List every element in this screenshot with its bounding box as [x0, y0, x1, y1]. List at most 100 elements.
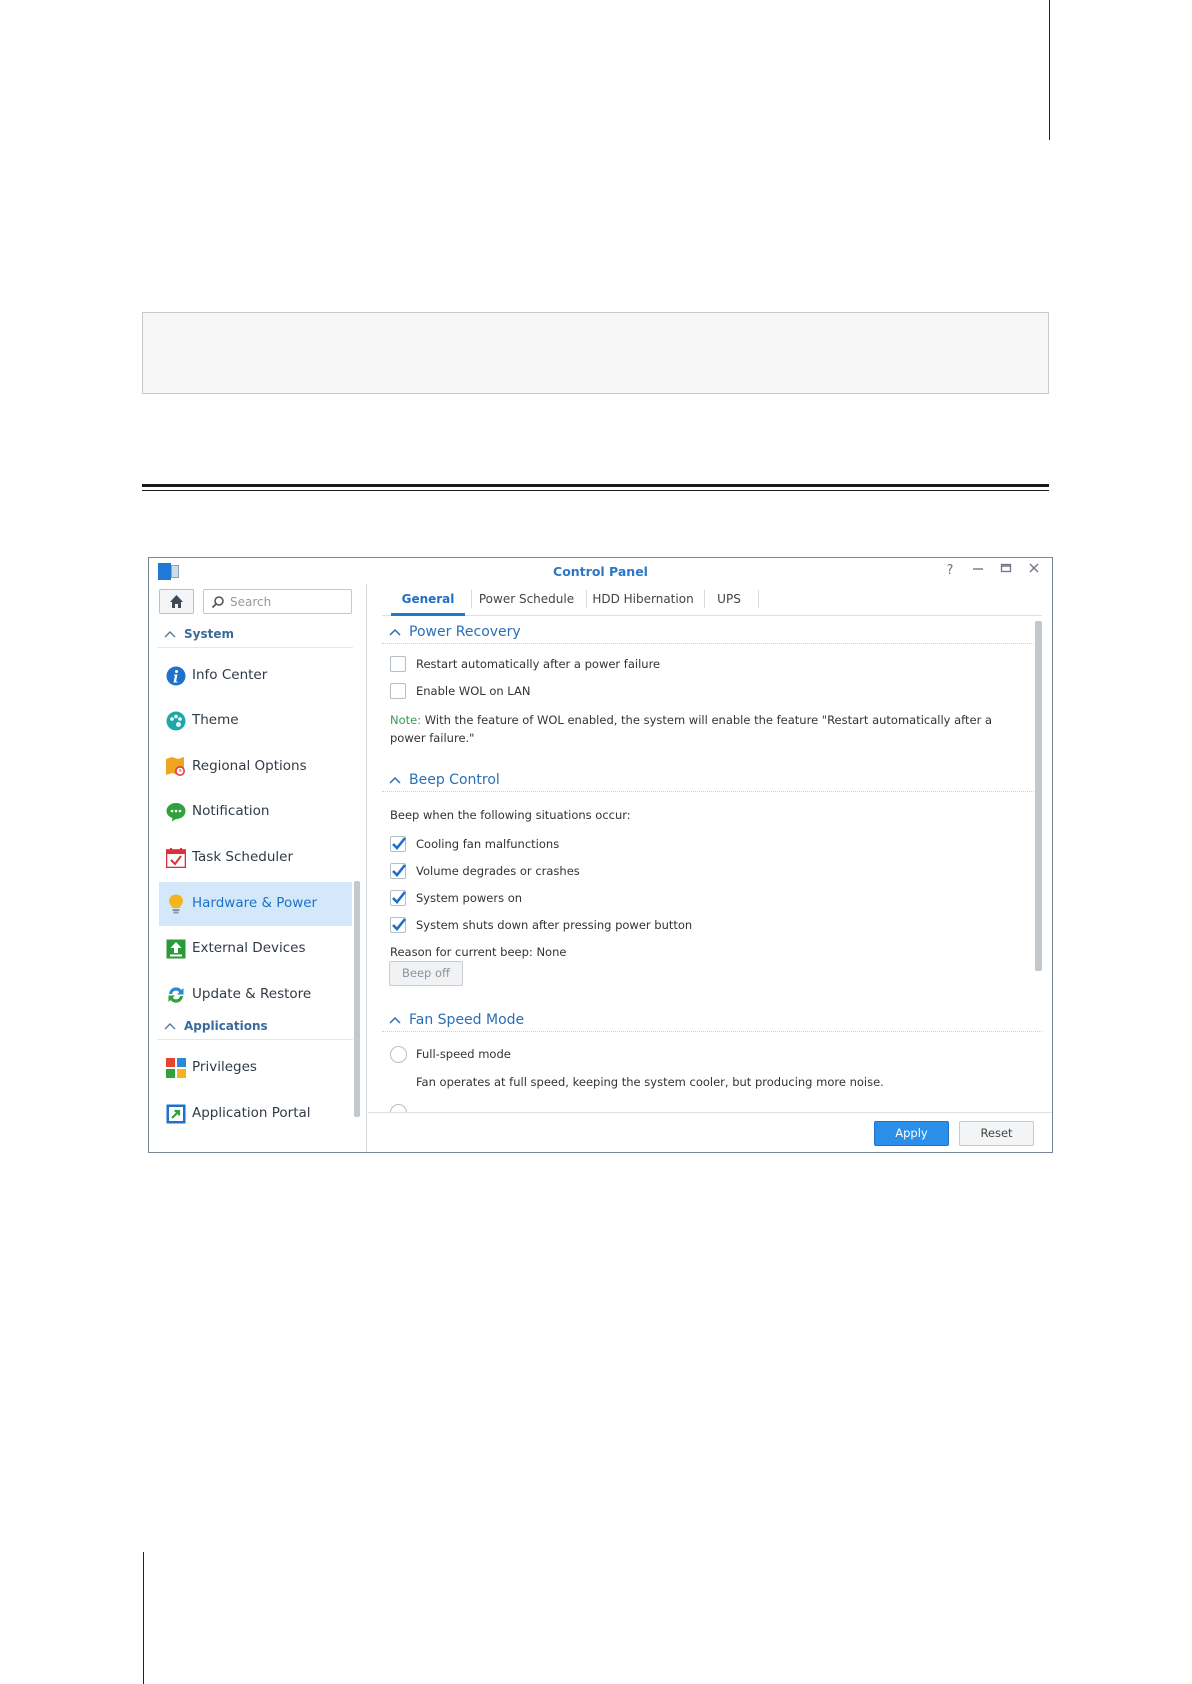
beep-off-button[interactable]: Beep off [389, 961, 463, 986]
check-icon [392, 918, 407, 931]
sidebar-scrollbar[interactable] [354, 881, 360, 1117]
section-rule [142, 484, 1049, 487]
content-scrollbar[interactable] [1035, 621, 1042, 971]
portal-arrow-icon [166, 1104, 186, 1124]
sidebar-item-label: Info Center [192, 667, 268, 683]
sidebar-item-info-center[interactable]: Info Center [159, 654, 352, 698]
refresh-icon [168, 987, 184, 1003]
option-label: System shuts down after pressing power b… [416, 918, 693, 932]
sidebar-item-application-portal[interactable]: Application Portal [159, 1092, 352, 1136]
section-title: Beep Control [409, 772, 500, 788]
tab-hdd-hibernation[interactable]: HDD Hibernation [587, 592, 699, 616]
section-power-recovery[interactable]: Power Recovery [382, 622, 1042, 644]
blocks-icon [166, 1058, 186, 1078]
sidebar-item-theme[interactable]: Theme [159, 699, 352, 743]
reset-button[interactable]: Reset [959, 1121, 1034, 1146]
check-icon [392, 864, 407, 877]
note-prefix: Note: [390, 713, 422, 727]
sidebar-item-label: External Devices [192, 940, 306, 956]
sidebar-item-privileges[interactable]: Privileges [159, 1046, 352, 1090]
group-applications[interactable]: Applications [157, 1014, 353, 1040]
volume-degrades-checkbox[interactable] [390, 863, 407, 879]
sidebar-item-label: Task Scheduler [192, 849, 294, 865]
option-label: Cooling fan malfunctions [416, 837, 560, 851]
home-button[interactable] [159, 589, 194, 614]
page-margin-line-top [1049, 0, 1050, 140]
chevron-up-icon [164, 1022, 176, 1030]
cooling-fan-checkbox[interactable] [390, 836, 407, 852]
search-placeholder: Search [230, 595, 272, 609]
upload-arrow-icon [166, 939, 186, 959]
group-label: Applications [184, 1019, 268, 1033]
sidebar-item-label: Application Portal [192, 1105, 311, 1121]
search-icon [211, 596, 224, 609]
control-panel-window: Control Panel ? Search System Info Cente… [148, 557, 1053, 1153]
sidebar-item-notification[interactable]: Notification [159, 790, 352, 834]
settings-content: Power Recovery Restart automatically aft… [382, 618, 1042, 1114]
sidebar-item-label: Privileges [192, 1059, 257, 1075]
system-powers-on-checkbox[interactable] [390, 890, 407, 906]
close-icon[interactable] [1025, 562, 1043, 580]
section-title: Fan Speed Mode [409, 1012, 525, 1028]
note-box [142, 312, 1049, 394]
tab-separator [758, 590, 759, 608]
active-tab-underline [391, 613, 465, 616]
sidebar-item-regional-options[interactable]: Regional Options [159, 745, 352, 789]
option-label: System powers on [416, 891, 523, 905]
calendar-check-icon [166, 848, 186, 868]
check-icon [392, 837, 407, 850]
beep-intro: Beep when the following situations occur… [390, 808, 631, 822]
sidebar-item-label: Theme [192, 712, 239, 728]
wol-note: Note: With the feature of WOL enabled, t… [390, 711, 1030, 747]
chat-bubble-icon [166, 803, 186, 822]
option-label: Volume degrades or crashes [416, 864, 580, 878]
sidebar: Search System Info Center Theme Regional… [149, 584, 367, 1152]
maximize-icon[interactable] [997, 562, 1015, 580]
sidebar-item-external-devices[interactable]: External Devices [159, 927, 352, 971]
tab-power-schedule[interactable]: Power Schedule [472, 592, 581, 616]
sidebar-item-label: Regional Options [192, 758, 307, 774]
sidebar-item-update-restore[interactable]: Update & Restore [159, 973, 352, 1017]
option-label: Restart automatically after a power fail… [416, 657, 661, 671]
palette-icon [166, 711, 186, 731]
chevron-up-icon [389, 776, 401, 784]
search-input[interactable]: Search [203, 589, 352, 614]
home-icon [170, 595, 183, 608]
system-shuts-down-checkbox[interactable] [390, 917, 407, 933]
sidebar-item-label: Hardware & Power [192, 895, 318, 911]
chevron-up-icon [164, 630, 176, 638]
group-label: System [184, 627, 234, 641]
section-rule-thin [142, 490, 1049, 491]
beep-reason: Reason for current beep: None [390, 945, 567, 959]
tab-ups[interactable]: UPS [705, 592, 753, 616]
section-beep-control[interactable]: Beep Control [382, 770, 1042, 792]
apply-button[interactable]: Apply [874, 1121, 949, 1146]
tab-bar: General Power Schedule HDD Hibernation U… [382, 584, 1042, 616]
sidebar-item-label: Update & Restore [192, 986, 312, 1002]
sidebar-item-label: Notification [192, 803, 270, 819]
window-title: Control Panel [553, 564, 648, 579]
sidebar-item-task-scheduler[interactable]: Task Scheduler [159, 836, 352, 880]
title-bar: Control Panel ? [149, 558, 1052, 584]
chevron-up-icon [389, 628, 401, 636]
enable-wol-checkbox[interactable] [390, 683, 406, 699]
minimize-icon[interactable] [969, 562, 987, 580]
page-margin-line-bottom [143, 1552, 144, 1684]
section-fan-speed-mode[interactable]: Fan Speed Mode [382, 1010, 1042, 1032]
option-label: Enable WOL on LAN [416, 684, 531, 698]
info-icon [166, 666, 186, 686]
check-icon [392, 891, 407, 904]
group-system[interactable]: System [157, 622, 353, 648]
sidebar-item-hardware-power[interactable]: Hardware & Power [159, 882, 352, 926]
full-speed-mode-radio[interactable] [390, 1046, 407, 1063]
lightbulb-icon [169, 894, 183, 914]
help-icon[interactable]: ? [941, 562, 959, 580]
option-description: Fan operates at full speed, keeping the … [416, 1075, 884, 1089]
map-clock-icon [166, 757, 185, 776]
chevron-up-icon [389, 1016, 401, 1024]
restart-after-power-failure-checkbox[interactable] [390, 656, 406, 672]
option-label: Full-speed mode [416, 1047, 511, 1061]
note-text: With the feature of WOL enabled, the sys… [390, 713, 993, 745]
section-title: Power Recovery [409, 624, 521, 640]
footer-bar: Apply Reset [368, 1112, 1052, 1152]
